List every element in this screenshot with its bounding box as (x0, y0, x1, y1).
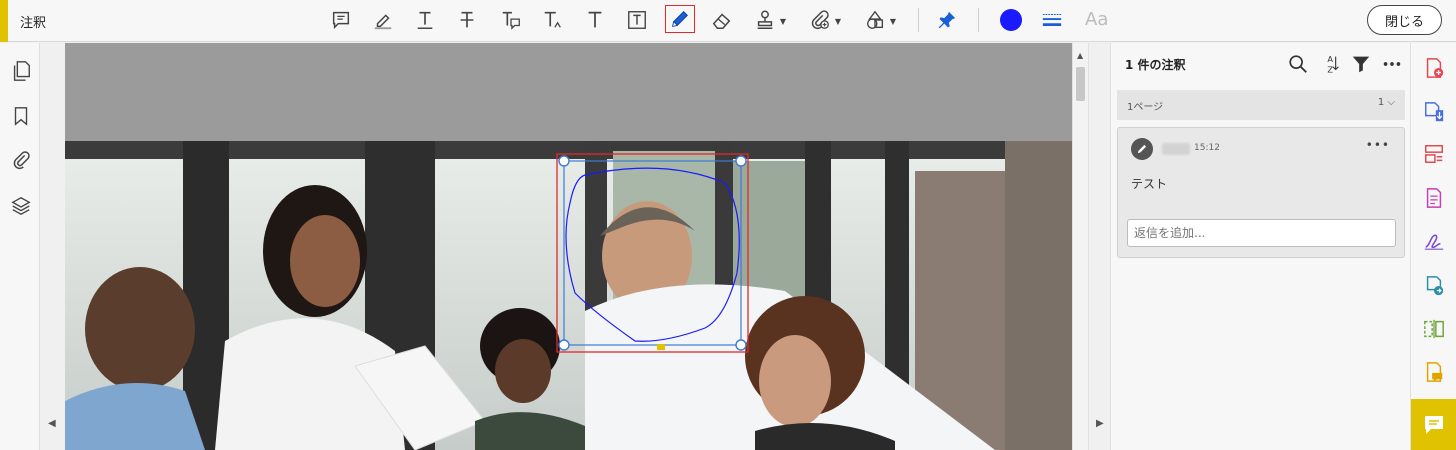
color-picker-swatch[interactable] (1000, 9, 1022, 31)
bookmark-icon[interactable] (10, 105, 32, 127)
pin-icon[interactable] (932, 6, 962, 34)
freehand-annotation[interactable] (65, 43, 1072, 450)
search-icon[interactable] (1287, 53, 1309, 79)
fill-form-icon[interactable] (1423, 187, 1445, 209)
insert-text-icon[interactable] (538, 6, 568, 34)
more-options-icon[interactable] (1381, 53, 1403, 79)
comment-time: 15:12 (1194, 143, 1220, 153)
annotation-toolbar: 注釈 ▼ ▼ ▼ Aa 閉じる (0, 0, 1456, 42)
text-icon[interactable] (580, 6, 610, 34)
comments-count-title: 1 件の注釈 (1125, 58, 1186, 72)
attach-icon[interactable]: ▼ (805, 6, 841, 34)
scroll-up-icon[interactable]: ▲ (1077, 51, 1083, 60)
line-weight-icon[interactable] (1037, 6, 1067, 34)
tools-rail (1410, 43, 1456, 450)
chevron-right-icon[interactable]: ▶ (1096, 418, 1104, 429)
attachment-icon[interactable] (10, 149, 32, 171)
replace-text-icon[interactable] (496, 6, 526, 34)
pencil-icon[interactable] (665, 5, 695, 33)
chevron-down-icon: ⌵ (1387, 97, 1395, 108)
sign-icon[interactable] (1423, 229, 1445, 251)
author-name-redacted (1162, 143, 1190, 155)
toolbar-separator (978, 8, 979, 32)
toolbar-separator (918, 8, 919, 32)
scroll-thumb[interactable] (1076, 67, 1085, 101)
text-box-icon[interactable] (622, 6, 652, 34)
sticky-note-icon[interactable] (326, 6, 356, 34)
page-thumbnails-icon[interactable] (10, 60, 32, 82)
eraser-icon[interactable] (707, 6, 737, 34)
left-navigation-rail (0, 43, 40, 450)
export-pdf-icon[interactable] (1423, 101, 1445, 123)
pencil-comment-icon (1131, 138, 1153, 160)
highlighter-icon[interactable] (368, 6, 398, 34)
document-viewport[interactable] (65, 43, 1072, 450)
organize-pages-icon[interactable] (1423, 143, 1445, 165)
comment-more-icon[interactable]: ••• (1366, 138, 1390, 152)
page-group-header[interactable]: 1ページ 1 ⌵ (1117, 90, 1405, 120)
create-pdf-icon[interactable] (1423, 57, 1445, 79)
reply-input[interactable] (1127, 219, 1396, 247)
layers-icon[interactable] (10, 195, 32, 217)
svg-text:A: A (1327, 54, 1333, 64)
comment-tool-icon[interactable] (1423, 361, 1445, 383)
comments-panel: 1 件の注釈 AZ 1ページ 1 ⌵ 15:12 ••• テスト (1110, 43, 1410, 450)
comment-panel-toggle[interactable] (1411, 399, 1456, 450)
shapes-icon[interactable]: ▼ (860, 6, 896, 34)
stamp-icon[interactable]: ▼ (750, 6, 786, 34)
comment-text: テスト (1131, 177, 1168, 191)
vertical-scrollbar[interactable]: ▲ (1072, 43, 1088, 450)
underline-text-icon[interactable] (410, 6, 440, 34)
toolbar-accent-bar (0, 0, 8, 42)
font-format-button[interactable]: Aa (1085, 9, 1108, 30)
close-button[interactable]: 閉じる (1367, 5, 1442, 35)
right-panel-collapse[interactable]: ▶ (1088, 43, 1110, 450)
compare-icon[interactable] (1423, 318, 1445, 340)
comment-card[interactable]: 15:12 ••• テスト (1117, 127, 1405, 258)
toolbar-title: 注釈 (20, 16, 47, 31)
page-group-label: 1ページ (1127, 102, 1164, 113)
page-group-toggle[interactable]: 1 ⌵ (1378, 97, 1395, 108)
sort-az-icon[interactable]: AZ (1321, 53, 1343, 79)
chevron-left-icon[interactable]: ◀ (48, 418, 56, 429)
svg-text:Z: Z (1327, 64, 1333, 74)
page-group-count: 1 (1377, 97, 1385, 108)
strikethrough-text-icon[interactable] (452, 6, 482, 34)
comment-bubble-icon (1425, 415, 1443, 434)
share-pdf-icon[interactable] (1423, 275, 1445, 297)
filter-icon[interactable] (1350, 53, 1372, 79)
left-panel-collapse[interactable]: ◀ (40, 43, 64, 450)
